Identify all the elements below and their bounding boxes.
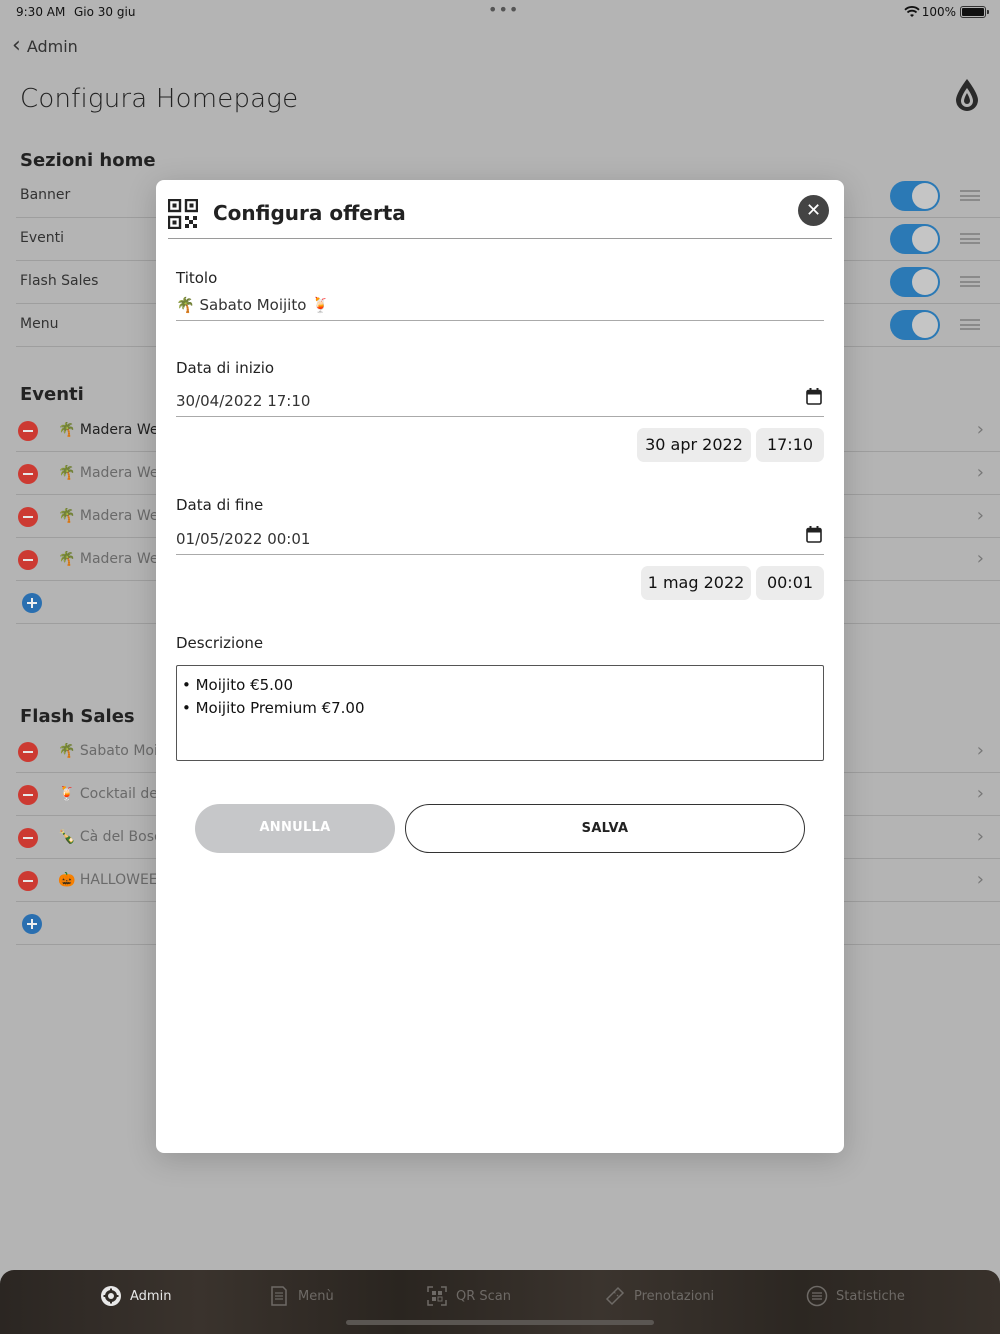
section-title-flash-sales: Flash Sales bbox=[20, 706, 135, 727]
status-time: 9:30 AM bbox=[16, 5, 66, 19]
tab-qr-scan[interactable]: QR Scan bbox=[426, 1284, 511, 1308]
description-line: • Moijito Premium €7.00 bbox=[182, 699, 365, 717]
cancel-button[interactable]: ANNULLA bbox=[195, 804, 395, 853]
qr-code-icon bbox=[168, 199, 198, 229]
description-line: • Moijito €5.00 bbox=[182, 676, 294, 694]
wifi-icon bbox=[904, 6, 920, 17]
row-label: Menu bbox=[20, 316, 59, 332]
tab-label: Statistiche bbox=[836, 1288, 905, 1304]
add-icon[interactable] bbox=[22, 914, 42, 934]
item-text: 🌴 Madera We bbox=[58, 508, 158, 524]
tab-label: QR Scan bbox=[456, 1288, 512, 1304]
configure-offer-modal: Configura offerta ✕ Titolo 🌴 Sabato Moij… bbox=[156, 180, 844, 1153]
delete-icon[interactable] bbox=[18, 421, 38, 441]
delete-icon[interactable] bbox=[18, 785, 38, 805]
toggle-switch[interactable] bbox=[890, 181, 940, 211]
title-input[interactable]: 🌴 Sabato Moijito 🍹 bbox=[176, 296, 824, 321]
tab-label: Prenotazioni bbox=[634, 1288, 715, 1304]
toggle-switch[interactable] bbox=[890, 267, 940, 297]
menu-book-icon bbox=[271, 1286, 287, 1306]
start-time-picker[interactable]: 17:10 bbox=[756, 428, 824, 462]
calendar-icon[interactable] bbox=[806, 388, 822, 405]
delete-icon[interactable] bbox=[18, 742, 38, 762]
end-date-picker[interactable]: 1 mag 2022 bbox=[641, 566, 751, 600]
end-date-value: 01/05/2022 00:01 bbox=[176, 530, 311, 548]
tab-admin[interactable]: Admin bbox=[100, 1284, 171, 1308]
end-time-picker[interactable]: 00:01 bbox=[756, 566, 824, 600]
chevron-right-icon: › bbox=[976, 505, 984, 526]
close-icon: ✕ bbox=[805, 200, 822, 221]
description-textarea[interactable]: • Moijito €5.00 • Moijito Premium €7.00 bbox=[176, 665, 824, 761]
start-date-input[interactable]: 30/04/2022 17:10 bbox=[176, 388, 824, 417]
item-text: 🌴 Madera We bbox=[58, 422, 158, 438]
delete-icon[interactable] bbox=[18, 828, 38, 848]
section-title-home: Sezioni home bbox=[20, 150, 156, 171]
back-label: Admin bbox=[26, 36, 78, 56]
qr-scan-icon bbox=[427, 1286, 447, 1306]
status-bar: 9:30 AM Gio 30 giu ••• 100% bbox=[0, 0, 1000, 26]
save-button[interactable]: SALVA bbox=[405, 804, 805, 853]
battery-icon bbox=[960, 6, 989, 18]
chevron-right-icon: › bbox=[976, 548, 984, 569]
multitask-dots[interactable]: ••• bbox=[488, 0, 519, 19]
chevron-right-icon: › bbox=[976, 419, 984, 440]
section-title-eventi: Eventi bbox=[20, 384, 84, 405]
chevron-right-icon: › bbox=[976, 462, 984, 483]
toggle-switch[interactable] bbox=[890, 310, 940, 340]
back-button[interactable]: ‹ Admin bbox=[12, 33, 78, 58]
start-date-picker[interactable]: 30 apr 2022 bbox=[637, 428, 751, 462]
end-date-input[interactable]: 01/05/2022 00:01 bbox=[176, 526, 824, 555]
ticket-icon bbox=[605, 1286, 625, 1306]
end-date-label: Data di fine bbox=[176, 496, 264, 514]
drag-handle-icon[interactable] bbox=[960, 276, 980, 287]
tab-menu[interactable]: Menù bbox=[268, 1284, 334, 1308]
list-icon bbox=[806, 1285, 828, 1307]
chevron-right-icon: › bbox=[976, 783, 984, 804]
start-date-value: 30/04/2022 17:10 bbox=[176, 392, 311, 410]
battery-percent: 100% bbox=[921, 5, 956, 19]
item-text: 🌴 Madera We bbox=[58, 551, 158, 567]
close-button[interactable]: ✕ bbox=[798, 195, 829, 226]
delete-icon[interactable] bbox=[18, 550, 38, 570]
chevron-left-icon: ‹ bbox=[12, 33, 21, 58]
item-text: 🍹 Cocktail de bbox=[58, 786, 158, 802]
delete-icon[interactable] bbox=[18, 464, 38, 484]
tab-label: Menù bbox=[298, 1288, 334, 1304]
item-text: 🎃 HALLOWEE bbox=[58, 872, 158, 888]
item-text: 🌴 Madera We bbox=[58, 465, 158, 481]
add-icon[interactable] bbox=[22, 593, 42, 613]
item-text: 🍾 Cà del Bosc bbox=[58, 829, 158, 845]
drag-handle-icon[interactable] bbox=[960, 190, 980, 201]
status-date: Gio 30 giu bbox=[74, 5, 136, 19]
item-text: 🌴 Sabato Moi bbox=[58, 743, 158, 759]
tab-label: Admin bbox=[130, 1288, 172, 1304]
delete-icon[interactable] bbox=[18, 871, 38, 891]
modal-header: Configura offerta ✕ bbox=[168, 180, 832, 239]
chevron-right-icon: › bbox=[976, 826, 984, 847]
chevron-right-icon: › bbox=[976, 869, 984, 890]
row-label: Banner bbox=[20, 187, 71, 203]
modal-title: Configura offerta bbox=[213, 201, 406, 225]
drop-logo-icon bbox=[956, 79, 978, 111]
description-label: Descrizione bbox=[176, 634, 264, 652]
gear-icon bbox=[101, 1286, 121, 1306]
chevron-right-icon: › bbox=[976, 740, 984, 761]
page-title: Configura Homepage bbox=[20, 84, 299, 114]
tab-statistiche[interactable]: Statistiche bbox=[806, 1284, 905, 1308]
row-label: Eventi bbox=[20, 230, 64, 246]
row-label: Flash Sales bbox=[20, 273, 99, 289]
title-field-label: Titolo bbox=[176, 269, 218, 287]
start-date-label: Data di inizio bbox=[176, 359, 275, 377]
tab-prenotazioni[interactable]: Prenotazioni bbox=[604, 1284, 714, 1308]
home-indicator[interactable] bbox=[346, 1320, 654, 1325]
calendar-icon[interactable] bbox=[806, 526, 822, 543]
drag-handle-icon[interactable] bbox=[960, 319, 980, 330]
toggle-switch[interactable] bbox=[890, 224, 940, 254]
drag-handle-icon[interactable] bbox=[960, 233, 980, 244]
delete-icon[interactable] bbox=[18, 507, 38, 527]
